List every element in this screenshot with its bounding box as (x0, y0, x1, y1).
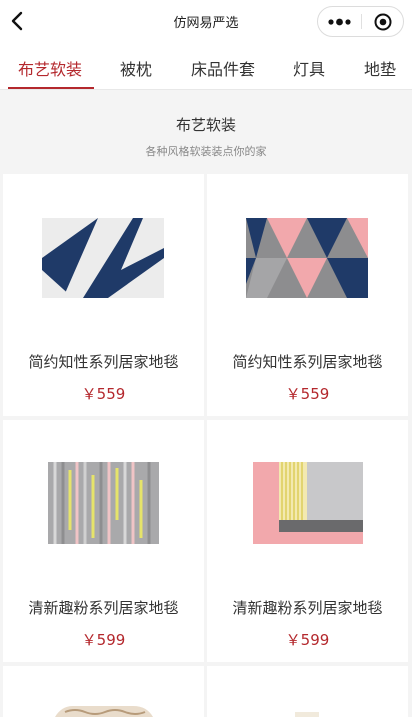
product-image (42, 218, 164, 298)
section-subtitle: 各种风格软装装点你的家 (145, 145, 267, 158)
product-card[interactable] (3, 666, 204, 717)
product-image (55, 706, 153, 717)
product-price: ￥599 (285, 631, 330, 649)
category-tabs: 布艺软装 被枕 床品件套 灯具 地垫 (0, 42, 412, 90)
tab-floor-mats[interactable]: 地垫 (364, 56, 396, 80)
product-name: 清新趣粉系列居家地毯 (28, 599, 179, 617)
product-image (253, 462, 363, 544)
product-card[interactable]: 简约知性系列居家地毯 ￥559 (207, 174, 408, 416)
product-card[interactable]: 清新趣粉系列居家地毯 ￥599 (207, 420, 408, 662)
tab-pillows[interactable]: 被枕 (120, 56, 152, 80)
product-image (295, 712, 319, 717)
product-card[interactable] (207, 666, 408, 717)
product-image (246, 218, 368, 298)
product-card[interactable]: 简约知性系列居家地毯 ￥559 (3, 174, 204, 416)
tab-bedding-sets[interactable]: 床品件套 (191, 56, 255, 80)
product-name: 清新趣粉系列居家地毯 (232, 599, 383, 617)
product-name: 简约知性系列居家地毯 (232, 353, 383, 371)
product-price: ￥559 (285, 385, 330, 403)
active-tab-indicator (8, 87, 94, 89)
section-title: 布艺软装 (175, 116, 236, 134)
product-card[interactable]: 清新趣粉系列居家地毯 ￥599 (3, 420, 204, 662)
more-dots-icon[interactable] (318, 7, 361, 36)
tab-lamps[interactable]: 灯具 (293, 56, 325, 80)
product-image (48, 462, 159, 544)
navbar: 仿网易严选 (0, 0, 412, 42)
mini-program-capsule (317, 6, 404, 37)
section-header: 布艺软装 各种风格软装装点你的家 (0, 90, 412, 173)
tab-soft-furnishing[interactable]: 布艺软装 (18, 56, 82, 80)
product-name: 简约知性系列居家地毯 (28, 353, 179, 371)
target-close-icon[interactable] (362, 7, 404, 36)
product-price: ￥559 (81, 385, 126, 403)
product-price: ￥599 (81, 631, 126, 649)
